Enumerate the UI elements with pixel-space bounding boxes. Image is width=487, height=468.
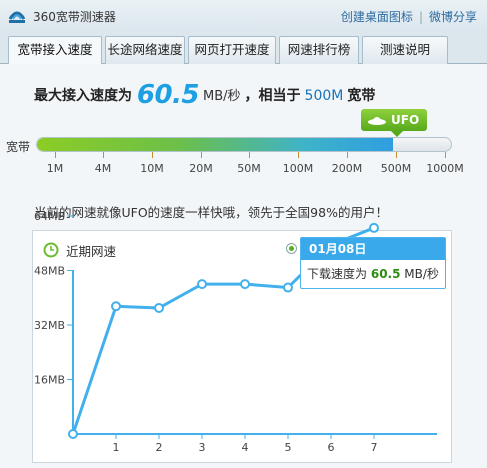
x-tick-label: 4 xyxy=(242,441,249,454)
tooltip-body: 下载速度为 60.5 MB/秒 xyxy=(301,260,445,282)
speed-point xyxy=(111,301,121,312)
x-tick-label: 6 xyxy=(328,441,335,454)
speed-point xyxy=(369,222,379,233)
tooltip-value: 60.5 xyxy=(370,267,401,281)
y-tick-label: 48MB xyxy=(34,265,65,278)
x-tick-label: 1 xyxy=(113,441,120,454)
x-tick-label: 2 xyxy=(156,441,163,454)
speed-point xyxy=(240,279,250,290)
y-tick-label: 16MB xyxy=(34,374,65,387)
tooltip-label: 下载速度为 xyxy=(307,267,368,281)
tooltip-date: 01月08日 xyxy=(301,238,445,260)
speed-point xyxy=(197,279,207,290)
speed-point xyxy=(283,282,293,293)
x-tick-label: 5 xyxy=(285,441,292,454)
speed-point xyxy=(154,302,164,313)
speed-point xyxy=(68,429,78,439)
tooltip-unit: MB/秒 xyxy=(404,267,439,281)
x-tick-label: 3 xyxy=(199,441,206,454)
recent-speed-chart: 16MB 32MB 48MB 64MB 1 2 3 4 5 6 7 xyxy=(34,210,437,454)
speed-tooltip: 01月08日 下载速度为 60.5 MB/秒 xyxy=(300,237,446,289)
x-tick-label: 7 xyxy=(371,441,378,454)
tooltip-marker-icon xyxy=(286,243,297,254)
y-tick-label: 32MB xyxy=(34,319,65,332)
y-tick-label: 64MB xyxy=(34,210,65,223)
